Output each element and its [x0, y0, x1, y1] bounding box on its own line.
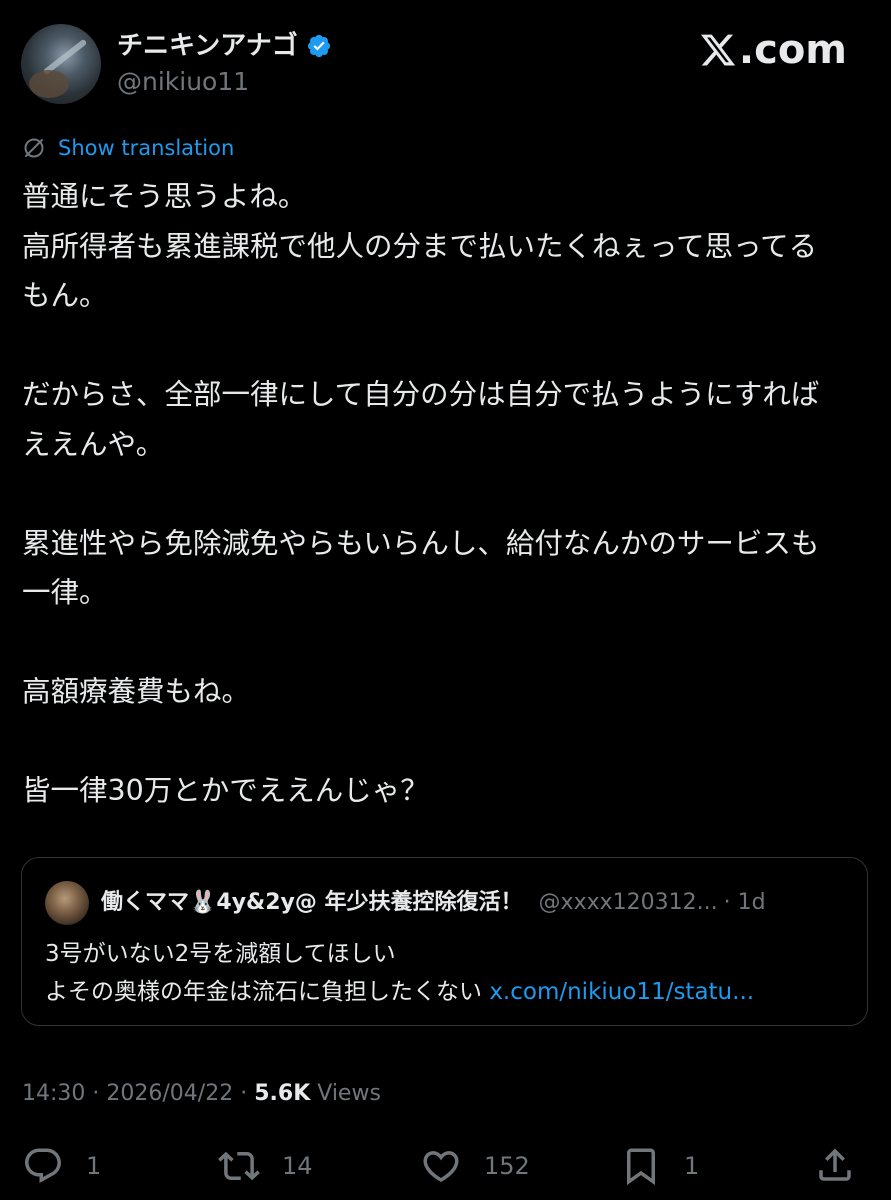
quoted-tweet-link[interactable]: x.com/nikiuo11/statu... [489, 979, 754, 1005]
show-translation-label: Show translation [58, 136, 235, 160]
bookmark-count: 1 [684, 1152, 700, 1180]
meta-separator: · [240, 1081, 255, 1106]
views-count: 5.6K [254, 1081, 311, 1106]
author-avatar[interactable] [21, 24, 101, 104]
repost-count: 14 [282, 1152, 313, 1180]
author-display-name[interactable]: チニキンアナゴ [117, 28, 298, 64]
bookmark-icon [627, 1148, 655, 1186]
globe-slash-icon [24, 138, 44, 158]
watermark-text: .com [738, 27, 847, 73]
quoted-author-name[interactable]: 働くママ🐰4y&2y@ 年少扶養控除復活！ [101, 886, 523, 920]
tweet-text: 普通にそう思うよね。 高所得者も累進課税で他人の分まで払いたくねぇって思ってる … [22, 180, 820, 807]
repost-icon [218, 1151, 260, 1181]
quoted-tweet-time: · 1d [723, 890, 766, 915]
quoted-tweet-line-1: 3号がいない2号を減額してほしい [45, 941, 396, 967]
verified-badge-icon [307, 34, 330, 58]
share-icon [819, 1148, 851, 1181]
reply-count: 1 [86, 1152, 102, 1180]
quoted-tweet-line-2-text: よその奥様の年金は流石に負担したくない [45, 979, 482, 1005]
watermark: .com [699, 28, 847, 72]
action-bar: 1 14 152 1 [0, 1144, 891, 1188]
quoted-tweet-header: 働くママ🐰4y&2y@ 年少扶養控除復活！ @xxxx120312... · 1… [101, 886, 766, 920]
quoted-tweet-line-2: よその奥様の年金は流石に負担したくない x.com/nikiuo11/statu… [45, 973, 754, 1011]
repost-button[interactable]: 14 [218, 1144, 313, 1188]
show-translation-button[interactable]: Show translation [22, 134, 234, 162]
reply-button[interactable]: 1 [22, 1144, 101, 1188]
views-label: Views [317, 1081, 381, 1106]
meta-separator: · [92, 1081, 107, 1106]
x-logo-icon [700, 34, 736, 66]
tweet-time[interactable]: 14:30 [22, 1081, 85, 1106]
like-count: 152 [484, 1152, 530, 1180]
reply-icon [25, 1148, 61, 1183]
quoted-author-handle[interactable]: @xxxx120312... [539, 886, 718, 920]
author-handle[interactable]: @nikiuo11 [117, 66, 249, 98]
like-button[interactable]: 152 [420, 1144, 530, 1188]
tweet-meta: 14:30 · 2026/04/22 · 5.6K Views [22, 1078, 381, 1110]
tweet-date[interactable]: 2026/04/22 [106, 1081, 233, 1106]
heart-icon [423, 1151, 459, 1183]
quoted-tweet-text: 3号がいない2号を減額してほしい よその奥様の年金は流石に負担したくない x.c… [45, 935, 754, 1011]
quoted-author-avatar[interactable] [45, 881, 89, 925]
bookmark-button[interactable]: 1 [620, 1144, 699, 1188]
author-name-row[interactable]: チニキンアナゴ [117, 28, 332, 64]
share-button[interactable] [814, 1144, 856, 1186]
